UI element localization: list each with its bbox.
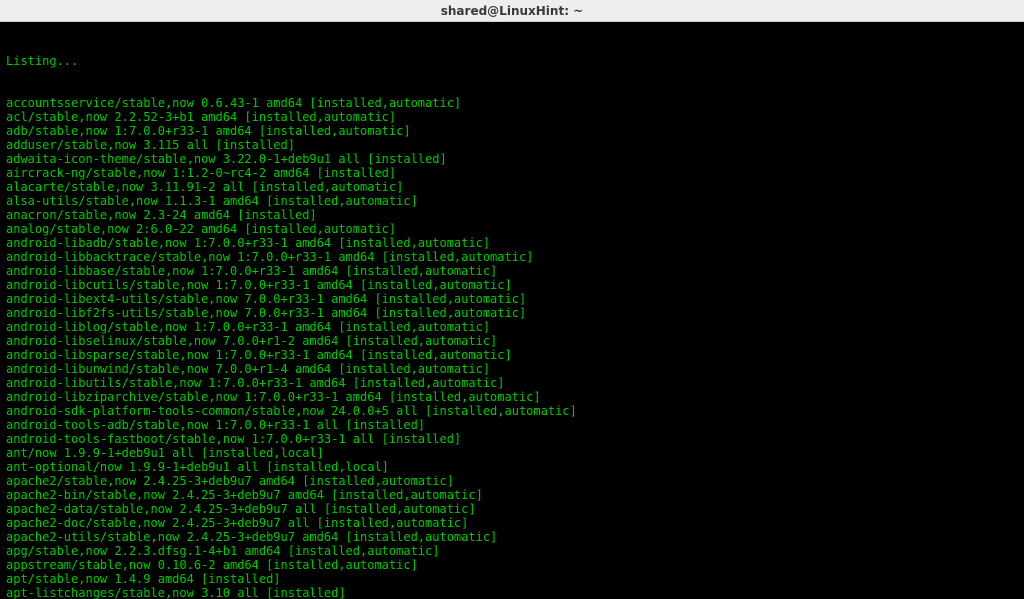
package-line: android-libselinux/stable,now 7.0.0+r1-2…	[6, 334, 1018, 348]
package-line: android-sdk-platform-tools-common/stable…	[6, 404, 1018, 418]
package-line: anacron/stable,now 2.3-24 amd64 [install…	[6, 208, 1018, 222]
package-line: apt/stable,now 1.4.9 amd64 [installed]	[6, 572, 1018, 586]
package-line: aircrack-ng/stable,now 1:1.2-0~rc4-2 amd…	[6, 166, 1018, 180]
package-line: apache2-data/stable,now 2.4.25-3+deb9u7 …	[6, 502, 1018, 516]
package-line: apache2-doc/stable,now 2.4.25-3+deb9u7 a…	[6, 516, 1018, 530]
package-line: android-libunwind/stable,now 7.0.0+r1-4 …	[6, 362, 1018, 376]
package-line: android-libziparchive/stable,now 1:7.0.0…	[6, 390, 1018, 404]
package-line: android-libext4-utils/stable,now 7.0.0+r…	[6, 292, 1018, 306]
package-line: apg/stable,now 2.2.3.dfsg.1-4+b1 amd64 […	[6, 544, 1018, 558]
package-line: android-libbacktrace/stable,now 1:7.0.0+…	[6, 250, 1018, 264]
package-line: android-libf2fs-utils/stable,now 7.0.0+r…	[6, 306, 1018, 320]
package-line: acl/stable,now 2.2.52-3+b1 amd64 [instal…	[6, 110, 1018, 124]
package-line: adwaita-icon-theme/stable,now 3.22.0-1+d…	[6, 152, 1018, 166]
terminal-area[interactable]: Listing... accountsservice/stable,now 0.…	[0, 22, 1024, 599]
package-line: android-libsparse/stable,now 1:7.0.0+r33…	[6, 348, 1018, 362]
package-line: alacarte/stable,now 3.11.91-2 all [insta…	[6, 180, 1018, 194]
package-line: alsa-utils/stable,now 1.1.3-1 amd64 [ins…	[6, 194, 1018, 208]
package-list: accountsservice/stable,now 0.6.43-1 amd6…	[6, 96, 1018, 599]
package-line: ant/now 1.9.9-1+deb9u1 all [installed,lo…	[6, 446, 1018, 460]
window-titlebar: shared@LinuxHint: ~	[0, 0, 1024, 22]
package-line: android-liblog/stable,now 1:7.0.0+r33-1 …	[6, 320, 1018, 334]
package-line: apt-listchanges/stable,now 3.10 all [ins…	[6, 586, 1018, 599]
package-line: adb/stable,now 1:7.0.0+r33-1 amd64 [inst…	[6, 124, 1018, 138]
package-line: appstream/stable,now 0.10.6-2 amd64 [ins…	[6, 558, 1018, 572]
package-line: android-libadb/stable,now 1:7.0.0+r33-1 …	[6, 236, 1018, 250]
package-line: accountsservice/stable,now 0.6.43-1 amd6…	[6, 96, 1018, 110]
package-line: android-libbase/stable,now 1:7.0.0+r33-1…	[6, 264, 1018, 278]
package-line: adduser/stable,now 3.115 all [installed]	[6, 138, 1018, 152]
package-line: apache2-utils/stable,now 2.4.25-3+deb9u7…	[6, 530, 1018, 544]
package-line: apache2-bin/stable,now 2.4.25-3+deb9u7 a…	[6, 488, 1018, 502]
listing-header: Listing...	[6, 54, 1018, 68]
package-line: ant-optional/now 1.9.9-1+deb9u1 all [ins…	[6, 460, 1018, 474]
package-line: apache2/stable,now 2.4.25-3+deb9u7 amd64…	[6, 474, 1018, 488]
package-line: android-tools-fastboot/stable,now 1:7.0.…	[6, 432, 1018, 446]
package-line: android-tools-adb/stable,now 1:7.0.0+r33…	[6, 418, 1018, 432]
package-line: analog/stable,now 2:6.0-22 amd64 [instal…	[6, 222, 1018, 236]
package-line: android-libutils/stable,now 1:7.0.0+r33-…	[6, 376, 1018, 390]
package-line: android-libcutils/stable,now 1:7.0.0+r33…	[6, 278, 1018, 292]
window-title: shared@LinuxHint: ~	[441, 4, 583, 18]
